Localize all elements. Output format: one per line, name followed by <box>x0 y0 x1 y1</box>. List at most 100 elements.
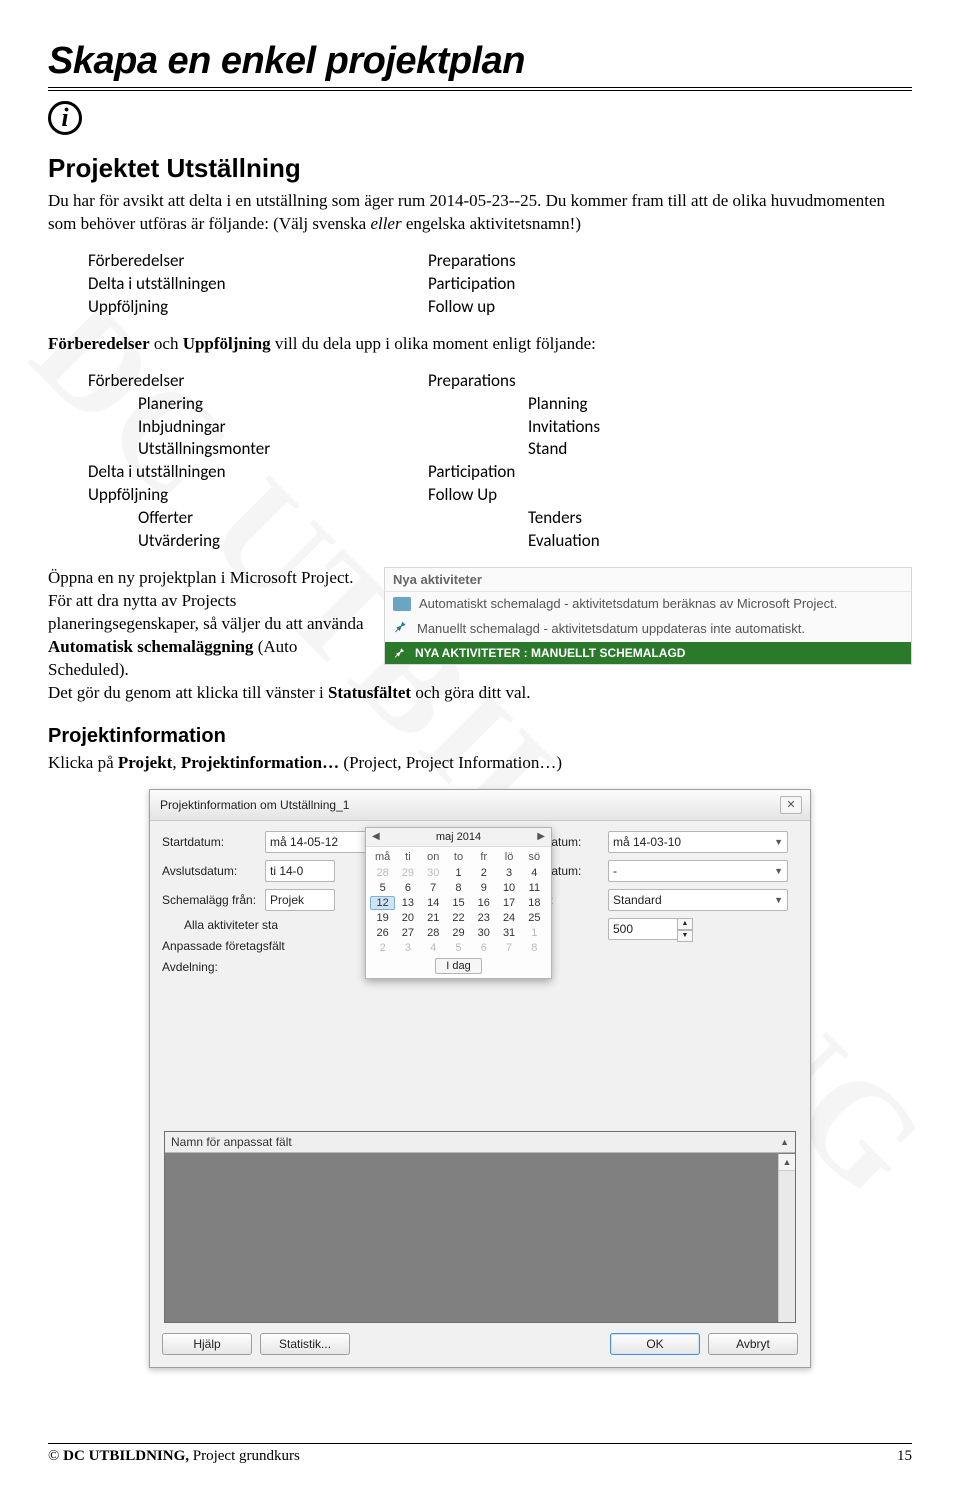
activity-name: Planering <box>88 393 478 416</box>
cal-dow: må <box>370 849 395 865</box>
cal-day[interactable]: 6 <box>395 881 420 895</box>
pin-icon <box>393 619 409 638</box>
cancel-button[interactable]: Avbryt <box>708 1333 798 1355</box>
cal-day[interactable]: 1 <box>522 926 547 940</box>
activity-translation: Invitations <box>478 416 828 439</box>
scrollbar[interactable]: ▲ <box>778 1154 795 1322</box>
wrap-paragraph: Öppna en ny projektplan i Microsoft Proj… <box>48 567 368 682</box>
cal-next-icon[interactable]: ▶ <box>537 831 545 842</box>
cal-day[interactable]: 2 <box>370 941 395 955</box>
cal-day[interactable]: 1 <box>446 866 471 880</box>
cal-day[interactable]: 5 <box>446 941 471 955</box>
section-heading-projinfo: Projektinformation <box>48 725 912 748</box>
cal-dow: on <box>421 849 446 865</box>
cal-day[interactable]: 31 <box>496 926 521 940</box>
cal-day[interactable]: 21 <box>421 911 446 925</box>
schedulefrom-label: Schemalägg från: <box>162 893 257 907</box>
pin-icon <box>393 646 407 660</box>
cal-day[interactable]: 3 <box>395 941 420 955</box>
activity-name: Inbjudningar <box>88 416 478 439</box>
cal-day[interactable]: 16 <box>471 896 496 910</box>
cal-day[interactable]: 13 <box>395 896 420 910</box>
scroll-up-icon[interactable]: ▲ <box>779 1154 795 1171</box>
menu-item-auto[interactable]: Automatiskt schemalagd - aktivitetsdatum… <box>385 592 911 615</box>
after-wrap-text: Det gör du genom att klicka till vänster… <box>48 682 912 705</box>
activity-translation: Follow Up <box>428 484 728 507</box>
cal-day[interactable]: 27 <box>395 926 420 940</box>
cal-day[interactable]: 8 <box>522 941 547 955</box>
menu-item-manual[interactable]: Manuellt schemalagd - aktivitetsdatum up… <box>385 615 911 642</box>
cal-day[interactable]: 25 <box>522 911 547 925</box>
project-info-dialog: Projektinformation om Utställning_1 ✕ St… <box>149 789 811 1368</box>
help-button[interactable]: Hjälp <box>162 1333 252 1355</box>
custom-field-listbox[interactable]: Namn för anpassat fält ▲ ▲ <box>164 1131 796 1323</box>
cal-today-button[interactable]: I dag <box>435 958 481 974</box>
calendar-field[interactable]: Standard ▼ <box>608 889 788 911</box>
reportdate-value: - <box>613 861 617 881</box>
menu-selected-bar[interactable]: NYA AKTIVITETER : MANUELLT SCHEMALAGD <box>385 642 911 664</box>
cal-day[interactable]: 19 <box>370 911 395 925</box>
activity-translation: Follow up <box>428 296 728 319</box>
cal-day[interactable]: 3 <box>496 866 521 880</box>
corp-fields-label: Anpassade företagsfält <box>162 939 285 953</box>
cal-day[interactable]: 7 <box>421 881 446 895</box>
cal-dow: to <box>446 849 471 865</box>
priority-field[interactable]: 500 <box>608 918 678 940</box>
cal-day[interactable]: 15 <box>446 896 471 910</box>
cal-day[interactable]: 24 <box>496 911 521 925</box>
activity-name: Utvärdering <box>88 530 478 553</box>
cal-dow: sö <box>522 849 547 865</box>
cal-day[interactable]: 28 <box>370 866 395 880</box>
activity-name: Delta i utställningen <box>88 273 428 296</box>
cal-day[interactable]: 4 <box>522 866 547 880</box>
cal-day[interactable]: 2 <box>471 866 496 880</box>
cal-day[interactable]: 30 <box>471 926 496 940</box>
cal-day[interactable]: 20 <box>395 911 420 925</box>
dialog-title: Projektinformation om Utställning_1 <box>160 798 349 812</box>
cal-day[interactable]: 18 <box>522 896 547 910</box>
info-icon: i <box>48 101 82 135</box>
cal-day[interactable]: 8 <box>446 881 471 895</box>
cal-day[interactable]: 17 <box>496 896 521 910</box>
menu-selected-label: NYA AKTIVITETER : MANUELLT SCHEMALAGD <box>415 646 685 660</box>
schedulefrom-field[interactable]: Projek <box>265 889 335 911</box>
cal-day[interactable]: 6 <box>471 941 496 955</box>
currentdate-value: må 14-03-10 <box>613 832 681 852</box>
chevron-down-icon: ▼ <box>774 832 783 852</box>
cal-day[interactable]: 29 <box>446 926 471 940</box>
cal-day[interactable]: 23 <box>471 911 496 925</box>
currentdate-field[interactable]: må 14-03-10 ▼ <box>608 831 788 853</box>
calendar-value: Standard <box>613 890 662 910</box>
cal-day[interactable]: 28 <box>421 926 446 940</box>
cal-day[interactable]: 4 <box>421 941 446 955</box>
priority-value: 500 <box>613 919 633 939</box>
activity-name: Offerter <box>88 507 478 530</box>
listbox-scroll-up-icon[interactable]: ▲ <box>780 1137 789 1147</box>
cal-day[interactable]: 29 <box>395 866 420 880</box>
cal-day[interactable]: 7 <box>496 941 521 955</box>
activity-translation: Evaluation <box>478 530 828 553</box>
close-icon[interactable]: ✕ <box>780 796 802 814</box>
cal-day[interactable]: 30 <box>421 866 446 880</box>
ok-button[interactable]: OK <box>610 1333 700 1355</box>
priority-spinner[interactable]: ▲ ▼ <box>677 918 693 942</box>
cal-day[interactable]: 10 <box>496 881 521 895</box>
cal-day[interactable]: 12 <box>370 896 395 910</box>
cal-day[interactable]: 14 <box>421 896 446 910</box>
activity-translation: Participation <box>428 273 728 296</box>
spinner-down-icon[interactable]: ▼ <box>677 930 693 942</box>
all-activities-hint: Alla aktiviteter sta <box>184 918 279 932</box>
intro-paragraph: Du har för avsikt att delta i en utställ… <box>48 190 912 236</box>
cal-prev-icon[interactable]: ◀ <box>372 831 380 842</box>
section-heading-project: Projektet Utställning <box>48 153 912 184</box>
activity-name: Utställningsmonter <box>88 438 478 461</box>
cal-day[interactable]: 26 <box>370 926 395 940</box>
cal-day[interactable]: 5 <box>370 881 395 895</box>
cal-day[interactable]: 9 <box>471 881 496 895</box>
statistics-button[interactable]: Statistik... <box>260 1333 350 1355</box>
cal-day[interactable]: 11 <box>522 881 547 895</box>
spinner-up-icon[interactable]: ▲ <box>677 918 693 930</box>
reportdate-field[interactable]: - ▼ <box>608 860 788 882</box>
enddate-field[interactable]: ti 14-0 <box>265 860 335 882</box>
cal-day[interactable]: 22 <box>446 911 471 925</box>
